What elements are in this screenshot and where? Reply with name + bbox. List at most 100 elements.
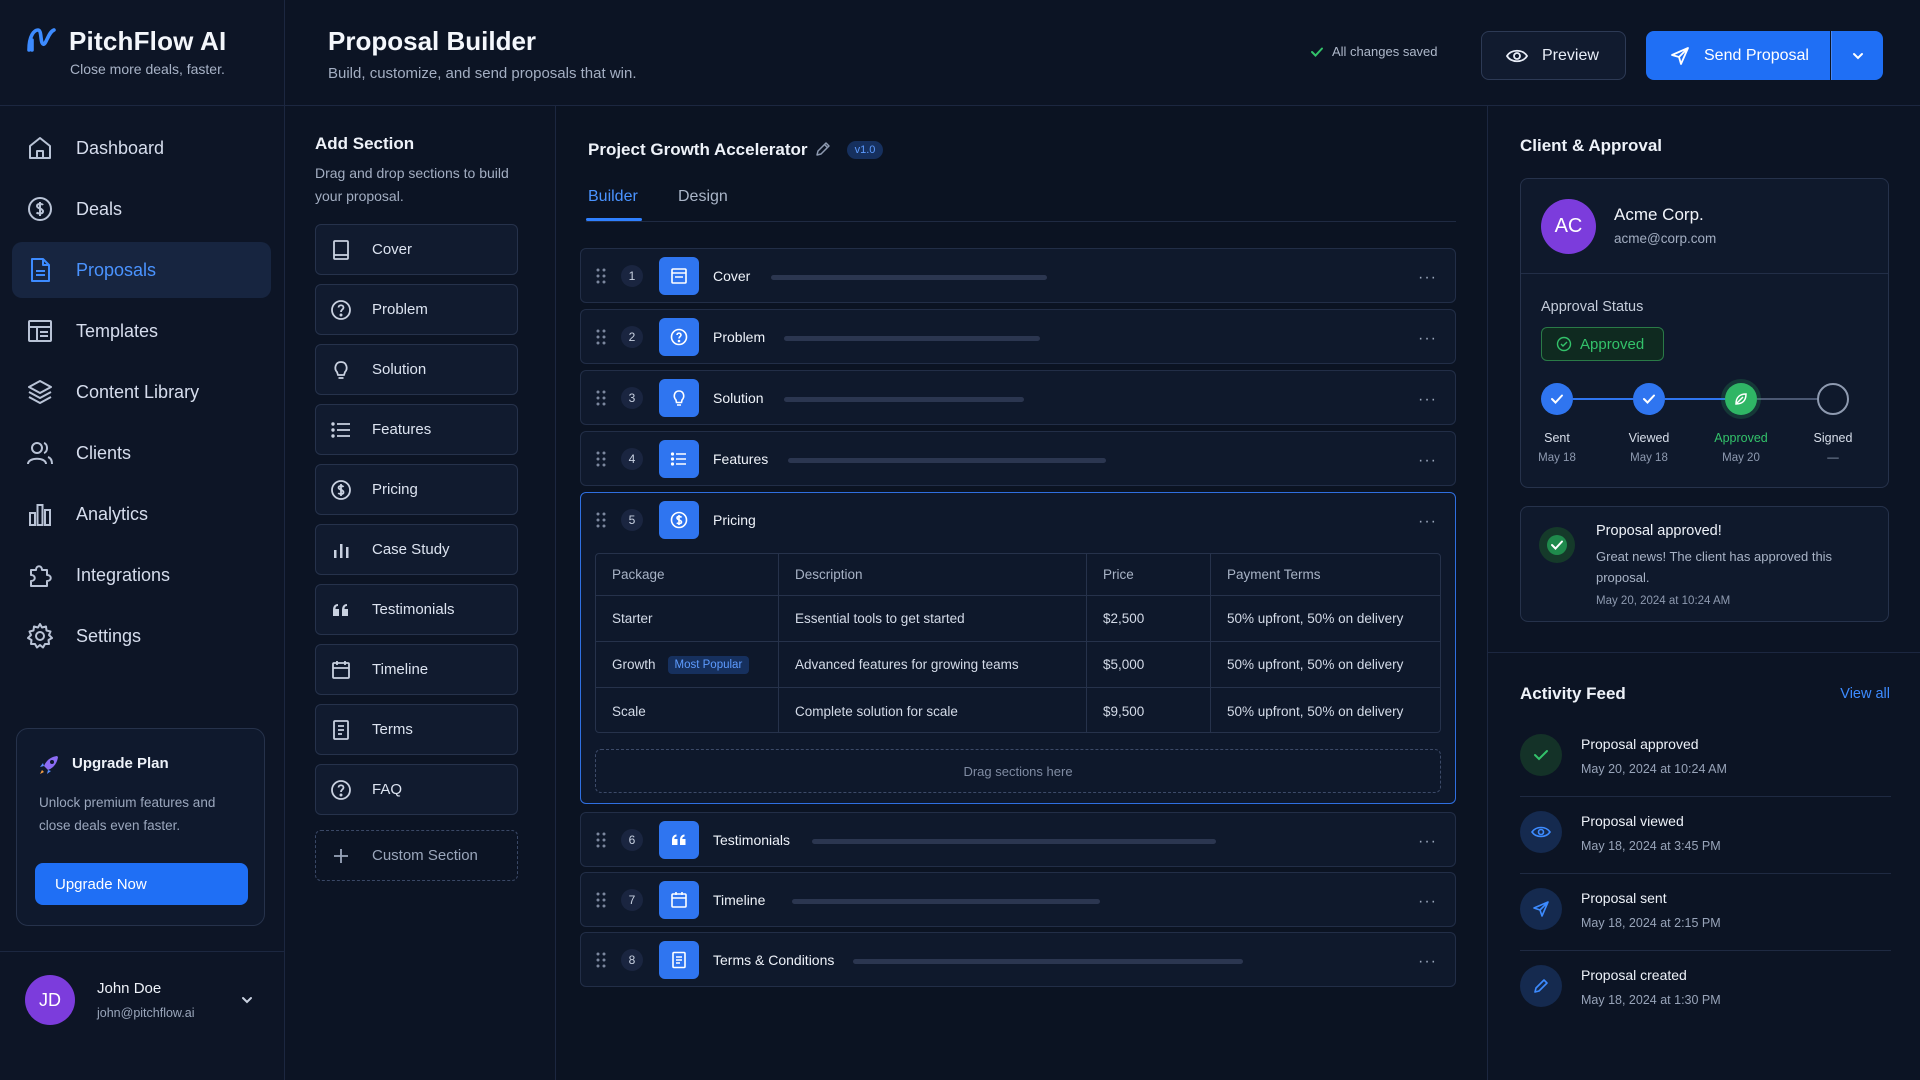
section-number: 5	[621, 509, 643, 531]
users-icon	[27, 442, 53, 465]
drag-handle-icon[interactable]	[595, 891, 607, 909]
section-label: Solution	[372, 361, 427, 378]
add-section-terms[interactable]: Terms	[315, 704, 518, 755]
view-all-link[interactable]: View all	[1840, 686, 1890, 702]
version-badge: v1.0	[847, 141, 883, 159]
list-item[interactable]: Proposal created May 18, 2024 at 1:30 PM	[1520, 951, 1891, 1028]
section-label: Testimonials	[372, 601, 455, 618]
client-email: acme@corp.com	[1614, 231, 1717, 246]
avatar: JD	[25, 975, 75, 1025]
step-viewed	[1633, 383, 1665, 415]
nav-dashboard[interactable]: Dashboard	[12, 120, 271, 176]
step-label: Approved	[1714, 431, 1768, 445]
drop-zone[interactable]: Drag sections here	[595, 749, 1441, 793]
more-options-icon[interactable]: ···	[1418, 452, 1437, 470]
nav-templates[interactable]: Templates	[12, 303, 271, 359]
table-row[interactable]: Growth Most Popular Advanced features fo…	[596, 642, 1440, 688]
more-options-icon[interactable]: ···	[1418, 269, 1437, 287]
more-options-icon[interactable]: ···	[1418, 391, 1437, 409]
add-section-testimonials[interactable]: Testimonials	[315, 584, 518, 635]
nav-analytics[interactable]: Analytics	[12, 486, 271, 542]
add-section-solution[interactable]: Solution	[315, 344, 518, 395]
pencil-icon[interactable]	[814, 140, 832, 158]
step-signed	[1817, 383, 1849, 415]
add-section-cover[interactable]: Cover	[315, 224, 518, 275]
pencil-icon	[1520, 965, 1562, 1007]
section-row-terms-conditions[interactable]: 8 Terms & Conditions ···	[580, 932, 1456, 987]
drag-handle-icon[interactable]	[595, 389, 607, 407]
list-item[interactable]: Proposal viewed May 18, 2024 at 3:45 PM	[1520, 797, 1891, 874]
payment-terms-cell: 50% upfront, 50% on delivery	[1227, 657, 1404, 672]
nav-proposals[interactable]: Proposals	[12, 242, 271, 298]
quote-icon	[659, 821, 699, 859]
activity-feed-title: Activity Feed	[1520, 684, 1626, 703]
section-number: 7	[621, 889, 643, 911]
list-item[interactable]: Proposal sent May 18, 2024 at 2:15 PM	[1520, 874, 1891, 951]
section-number: 3	[621, 387, 643, 409]
most-popular-badge: Most Popular	[667, 655, 750, 674]
table-row[interactable]: Starter Essential tools to get started $…	[596, 596, 1440, 642]
section-row-timeline[interactable]: 7 Timeline ···	[580, 872, 1456, 927]
add-section-timeline[interactable]: Timeline	[315, 644, 518, 695]
price-cell: $5,000	[1087, 642, 1211, 687]
more-options-icon[interactable]: ···	[1418, 953, 1437, 971]
nav-content-library[interactable]: Content Library	[12, 364, 271, 420]
check-icon	[1520, 734, 1562, 776]
brand[interactable]: PitchFlow AI Close more deals, faster.	[26, 24, 266, 84]
section-row-features[interactable]: 4 Features ···	[580, 431, 1456, 486]
send-proposal-label: Send Proposal	[1704, 46, 1809, 64]
dollar-icon	[28, 197, 52, 221]
tab-builder[interactable]: Builder	[588, 188, 638, 206]
section-row-solution[interactable]: 3 Solution ···	[580, 370, 1456, 425]
section-label: FAQ	[372, 781, 403, 798]
page-title: Proposal Builder	[328, 26, 537, 56]
add-section-pricing[interactable]: Pricing	[315, 464, 518, 515]
tab-design[interactable]: Design	[678, 188, 728, 206]
add-section-problem[interactable]: Problem	[315, 284, 518, 335]
nav-clients[interactable]: Clients	[12, 425, 271, 481]
section-label: Case Study	[372, 541, 450, 558]
more-options-icon[interactable]: ···	[1418, 330, 1437, 348]
chevron-down-icon[interactable]	[240, 993, 254, 1007]
drag-handle-icon[interactable]	[595, 450, 607, 468]
upgrade-title: Upgrade Plan	[72, 755, 169, 772]
step-date: —	[1827, 452, 1839, 464]
preview-button[interactable]: Preview	[1481, 31, 1626, 80]
more-options-icon[interactable]: ···	[1418, 833, 1437, 851]
add-section-features[interactable]: Features	[315, 404, 518, 455]
user-menu[interactable]: JD John Doe john@pitchflow.ai	[0, 952, 285, 1080]
list-icon	[659, 440, 699, 478]
table-row[interactable]: Scale Complete solution for scale $9,500…	[596, 688, 1440, 732]
builder-canvas: Project Growth Accelerator v1.0 Builder …	[556, 106, 1487, 1080]
check-circle-icon	[1556, 336, 1572, 352]
upgrade-now-button[interactable]: Upgrade Now	[35, 863, 248, 905]
section-row-cover[interactable]: 1 Cover ···	[580, 248, 1456, 303]
add-custom-section-button[interactable]: Custom Section	[315, 830, 518, 881]
drag-handle-icon[interactable]	[595, 328, 607, 346]
add-section-faq[interactable]: FAQ	[315, 764, 518, 815]
add-section-case-study[interactable]: Case Study	[315, 524, 518, 575]
terms-document-icon	[659, 941, 699, 979]
puzzle-icon	[30, 565, 52, 587]
more-options-icon[interactable]: ···	[1418, 513, 1437, 531]
section-row-problem[interactable]: 2 Problem ···	[580, 309, 1456, 364]
drag-handle-icon[interactable]	[595, 951, 607, 969]
send-options-dropdown[interactable]	[1831, 31, 1883, 80]
section-row-testimonials[interactable]: 6 Testimonials ···	[580, 812, 1456, 867]
drag-handle-icon[interactable]	[595, 267, 607, 285]
drag-handle-icon[interactable]	[595, 831, 607, 849]
quote-icon	[333, 603, 348, 616]
section-label: Terms	[372, 721, 413, 738]
nav-settings[interactable]: Settings	[12, 608, 271, 664]
active-tab-indicator	[586, 218, 642, 221]
activity-timestamp: May 18, 2024 at 3:45 PM	[1581, 839, 1721, 853]
section-row-pricing[interactable]: 5 Pricing ··· Package Description Price …	[580, 492, 1456, 804]
nav-deals[interactable]: Deals	[12, 181, 271, 237]
drag-handle-icon[interactable]	[595, 511, 607, 529]
nav-integrations[interactable]: Integrations	[12, 547, 271, 603]
more-options-icon[interactable]: ···	[1418, 893, 1437, 911]
send-proposal-button[interactable]: Send Proposal	[1646, 31, 1830, 80]
section-name: Cover	[713, 268, 751, 284]
bar-chart-icon	[334, 543, 349, 558]
list-item[interactable]: Proposal approved May 20, 2024 at 10:24 …	[1520, 720, 1891, 797]
